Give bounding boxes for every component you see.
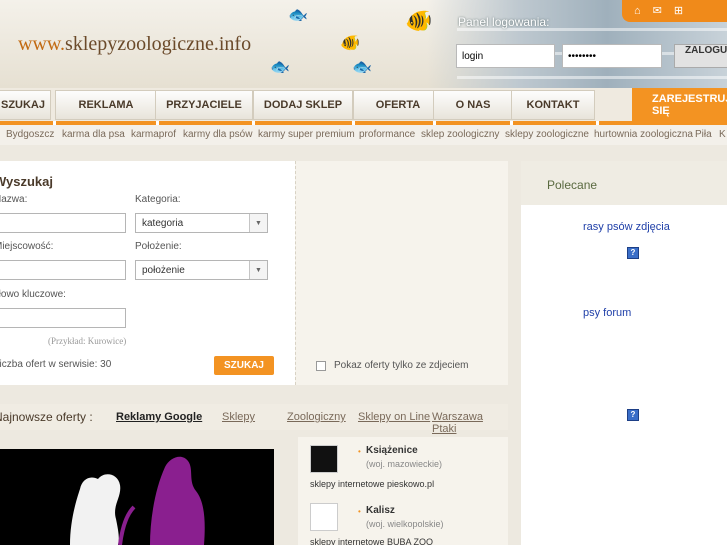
nav-search[interactable]: SZUKAJ: [0, 90, 51, 120]
city-input[interactable]: [0, 260, 126, 280]
recommended-header: Polecane: [521, 161, 727, 205]
tab-shops[interactable]: Sklepy: [222, 411, 255, 423]
offer-city[interactable]: Kalisz: [366, 505, 395, 516]
broken-image-icon: ?: [627, 409, 639, 421]
nav-offer[interactable]: OFERTA: [353, 90, 443, 120]
location-select[interactable]: położenie ▼: [135, 260, 268, 280]
nav-advertising[interactable]: REKLAMA: [55, 90, 157, 120]
category-value: kategoria: [142, 217, 184, 229]
offer-region: (woj. mazowieckie): [366, 459, 443, 469]
fish-icon: 🐟: [288, 7, 308, 24]
location-value: położenie: [142, 264, 185, 276]
keywords-label: Słowo kluczowe:: [0, 289, 66, 300]
home-icon[interactable]: ⌂: [634, 5, 641, 17]
offer-count: Liczba ofert w serwisie: 30: [0, 359, 112, 370]
recommended-link[interactable]: rasy psów zdjęcia: [583, 221, 670, 233]
tab-online-shops[interactable]: Sklepy on Line: [358, 411, 430, 423]
fish-icon: 🐟: [352, 59, 372, 76]
site-logo[interactable]: www.sklepyzoologiczne.info: [18, 33, 251, 56]
login-panel-label: Panel logowania:: [458, 15, 550, 29]
chevron-down-icon: ▼: [249, 214, 267, 232]
tab-zoological[interactable]: Zoologiczny: [287, 411, 346, 423]
register-button[interactable]: ZAREJESTRUJ SIĘ: [632, 88, 727, 121]
tag-link[interactable]: Bydgoszcz: [6, 129, 54, 140]
offer-thumbnail[interactable]: [310, 445, 338, 473]
recommended-title: Polecane: [547, 178, 598, 192]
recommended-link[interactable]: psy forum: [583, 307, 631, 319]
nav-contact[interactable]: KONTAKT: [511, 90, 595, 120]
category-label: Kategoria:: [135, 194, 181, 205]
offer-description[interactable]: sklepy internetowe BUBA ZOO: [310, 537, 433, 545]
tag-link[interactable]: sklep zoologiczny: [421, 129, 499, 140]
top-icon-bar: ⌂ ✉ ⊞: [622, 0, 727, 22]
bullet-icon: •: [358, 447, 361, 456]
tag-link[interactable]: karmaprof: [131, 129, 176, 140]
tag-link[interactable]: karma dla psa: [62, 129, 125, 140]
recommended-panel: Polecane rasy psów zdjęcia ? psy forum ?: [521, 161, 727, 545]
login-field[interactable]: [456, 44, 555, 68]
photo-only-label: Pokaz oferty tylko ze zdjeciem: [334, 360, 469, 371]
dog-silhouette-image: [70, 456, 205, 545]
bullet-icon: •: [358, 507, 361, 516]
category-select[interactable]: kategoria ▼: [135, 213, 268, 233]
city-label: Miejscowość:: [0, 241, 54, 252]
photo-filter-panel: Pokaz oferty tylko ze zdjeciem: [295, 161, 508, 385]
search-button[interactable]: SZUKAJ: [214, 356, 274, 375]
logo-domain: sklepyzoologiczne.info: [65, 33, 252, 55]
tag-link[interactable]: sklepy zoologiczne: [505, 129, 589, 140]
search-title: Wyszukaj: [0, 174, 54, 189]
fish-icon: 🐟: [270, 59, 290, 76]
offer-city[interactable]: Książenice: [366, 445, 418, 456]
login-button[interactable]: ZALOGUJ: [674, 44, 727, 68]
offers-tab-bar: Najnowsze oferty : Reklamy Google Sklepy…: [0, 404, 508, 435]
tag-link[interactable]: Piła: [695, 129, 712, 140]
offer-region: (woj. wielkopolskie): [366, 519, 444, 529]
offer-description[interactable]: sklepy internetowe pieskowo.pl: [310, 479, 434, 489]
main-nav: SZUKAJ REKLAMA PRZYJACIELE DODAJ SKLEP O…: [0, 88, 727, 121]
password-field[interactable]: [562, 44, 662, 68]
sitemap-icon[interactable]: ⊞: [674, 5, 683, 17]
tag-link[interactable]: hurtownia zoologiczna: [594, 129, 693, 140]
fish-icon: 🐠: [405, 8, 433, 33]
tag-link[interactable]: K: [719, 129, 726, 140]
mail-icon[interactable]: ✉: [653, 5, 662, 17]
chevron-down-icon: ▼: [249, 261, 267, 279]
nav-about[interactable]: O NAS: [433, 90, 513, 120]
offers-list: • Książenice (woj. mazowieckie) sklepy i…: [298, 437, 508, 545]
search-hint: (Przykład: Kurowice): [48, 336, 127, 346]
nav-friends[interactable]: PRZYJACIELE: [155, 90, 253, 120]
tab-warsaw-birds[interactable]: Warszawa Ptaki: [432, 411, 508, 435]
offer-video[interactable]: [0, 449, 274, 545]
tag-link[interactable]: proformance: [359, 129, 415, 140]
name-input[interactable]: [0, 213, 126, 233]
location-label: Położenie:: [135, 241, 182, 252]
keywords-input[interactable]: [0, 308, 126, 328]
offer-thumbnail[interactable]: [310, 503, 338, 531]
tag-bar: Bydgoszcz karma dla psa karmaprof karmy …: [0, 125, 727, 145]
search-panel: Wyszukaj Nazwa: Kategoria: kategoria ▼ M…: [0, 161, 295, 385]
tab-google-ads[interactable]: Reklamy Google: [116, 411, 202, 423]
logo-www: www.: [18, 33, 66, 55]
broken-image-icon: ?: [627, 247, 639, 259]
tag-link[interactable]: karmy dla psów: [183, 129, 252, 140]
fish-icon: 🐠: [340, 35, 360, 52]
nav-add-shop[interactable]: DODAJ SKLEP: [253, 90, 353, 120]
tag-link[interactable]: karmy super premium: [258, 129, 355, 140]
photo-only-checkbox[interactable]: [316, 361, 326, 371]
site-header: www.sklepyzoologiczne.info 🐟 🐠 🐠 🐟 🐟 Pan…: [0, 0, 727, 88]
offers-title: Najnowsze oferty :: [0, 410, 93, 424]
name-label: Nazwa:: [0, 194, 28, 205]
